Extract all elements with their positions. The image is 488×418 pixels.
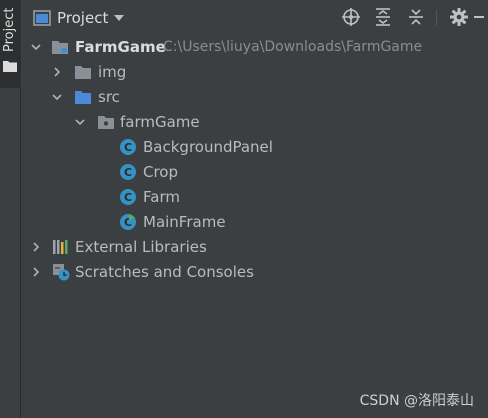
gear-icon — [450, 8, 468, 26]
tree-item-farmgame[interactable]: FarmGame C:\Users\liuya\Downloads\FarmGa… — [21, 35, 488, 60]
library-icon — [53, 240, 68, 254]
tree-item-src[interactable]: src — [21, 85, 488, 110]
tree-item-class[interactable]: C Crop — [21, 160, 488, 185]
java-class-icon: C — [120, 189, 136, 205]
tree-item-label: BackgroundPanel — [143, 138, 273, 156]
collapse-all-button[interactable] — [405, 6, 427, 28]
chevron-down-icon — [114, 15, 125, 21]
svg-text:C: C — [124, 191, 132, 204]
settings-button[interactable] — [448, 6, 470, 28]
project-path: C:\Users\liuya\Downloads\FarmGame — [163, 39, 423, 55]
chevron-right-icon — [54, 67, 61, 77]
package-icon — [98, 116, 114, 129]
project-panel: Project FarmGame C:\Users\liuya\Download… — [21, 0, 488, 418]
tree-item-label: src — [98, 88, 120, 106]
view-selector-label: Project — [57, 9, 109, 27]
expand-all-button[interactable] — [372, 6, 394, 28]
scratches-icon — [53, 264, 70, 281]
locate-file-button[interactable] — [340, 6, 362, 28]
source-folder-icon — [75, 91, 91, 104]
tree-item-scratches[interactable]: Scratches and Consoles — [21, 260, 488, 285]
chevron-right-icon — [33, 242, 40, 252]
tree-item-class[interactable]: C BackgroundPanel — [21, 135, 488, 160]
chevron-down-icon — [31, 44, 41, 51]
tree-item-external-libraries[interactable]: External Libraries — [21, 235, 488, 260]
minimize-icon — [474, 16, 484, 18]
project-tool-tab[interactable]: Project — [0, 0, 21, 88]
folder-icon — [3, 61, 17, 72]
module-folder-icon — [52, 41, 68, 54]
header-toolbar — [328, 6, 488, 30]
tree-item-label: Scratches and Consoles — [75, 263, 254, 281]
expand-all-icon — [376, 8, 390, 26]
watermark: CSDN @洛阳泰山 — [359, 393, 474, 409]
tree-item-class[interactable]: C Farm — [21, 185, 488, 210]
crosshair-icon — [342, 8, 360, 26]
java-class-icon: C — [120, 164, 136, 180]
hide-panel-button[interactable] — [474, 6, 484, 28]
svg-text:C: C — [124, 166, 132, 179]
tree-item-label: Farm — [143, 188, 180, 206]
tree-item-farmgame-package[interactable]: farmGame — [21, 110, 488, 135]
tree-item-label: External Libraries — [75, 238, 207, 256]
tree-item-label: farmGame — [120, 113, 200, 131]
folder-icon — [75, 66, 91, 79]
svg-text:C: C — [124, 141, 132, 154]
tree-item-label: img — [98, 63, 127, 81]
project-panel-header: Project — [21, 0, 488, 35]
chevron-right-icon — [33, 267, 40, 277]
collapse-all-icon — [409, 9, 423, 25]
chevron-down-icon — [52, 94, 62, 101]
view-selector[interactable]: Project — [33, 8, 125, 28]
java-main-class-icon: C — [120, 214, 136, 230]
tool-window-strip: Project — [0, 0, 21, 418]
tree-item-class-main[interactable]: C MainFrame — [21, 210, 488, 235]
project-view-icon — [33, 10, 51, 26]
chevron-down-icon — [75, 119, 85, 126]
tree-item-label: Crop — [143, 163, 179, 181]
tree-item-label: MainFrame — [143, 213, 226, 231]
tree-item-label: FarmGame — [75, 38, 166, 56]
java-class-icon: C — [120, 139, 136, 155]
toolbar-separator — [436, 10, 437, 26]
project-tool-tab-label: Project — [2, 7, 17, 52]
tree-item-img[interactable]: img — [21, 60, 488, 85]
